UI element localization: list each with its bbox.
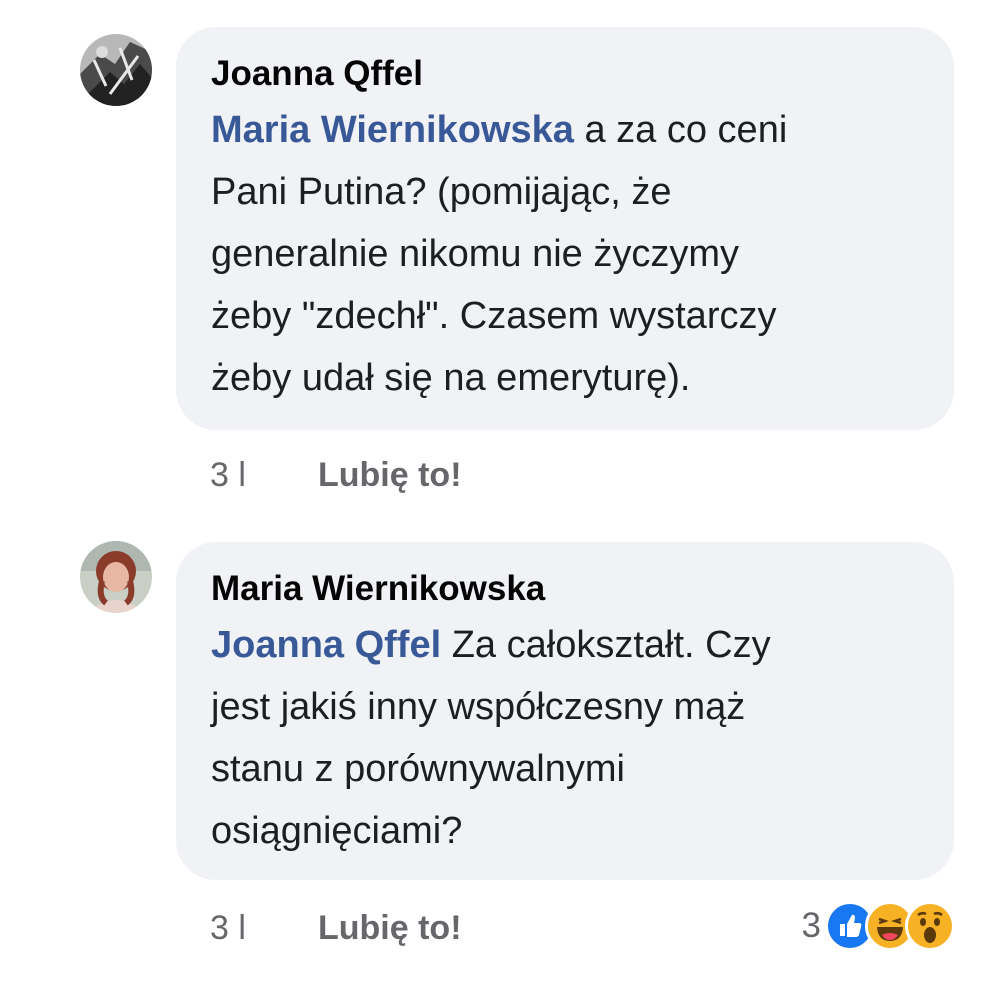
text-line: generalnie nikomu nie życzymy bbox=[211, 233, 740, 275]
text-line: stanu z porównywalnymi bbox=[211, 748, 625, 790]
text-line: żeby udał się na emeryturę). bbox=[211, 357, 691, 399]
reaction-count: 3 bbox=[801, 906, 821, 945]
text-line: jest jakiś inny współczesny mąż bbox=[211, 686, 746, 728]
comment-time[interactable]: 3 l bbox=[210, 908, 318, 948]
comment-text: Maria Wiernikowska a za co ceni Pani Puti… bbox=[211, 99, 918, 409]
mention-link[interactable]: Joanna Qffel bbox=[211, 624, 441, 666]
wow-icon bbox=[905, 901, 955, 951]
text-line: Za całokształt. Czy bbox=[451, 624, 771, 666]
avatar[interactable] bbox=[80, 34, 152, 106]
comment-bubble: Maria Wiernikowska Joanna Qffel Za całok… bbox=[176, 542, 954, 880]
comment-author[interactable]: Maria Wiernikowska bbox=[211, 564, 918, 614]
text-line: Pani Putina? (pomijając, że bbox=[211, 171, 672, 213]
comment-author[interactable]: Joanna Qffel bbox=[211, 49, 918, 99]
comment-text: Joanna Qffel Za całokształt. Czy jest jak… bbox=[211, 614, 918, 862]
comment-bubble: Joanna Qffel Maria Wiernikowska a za co … bbox=[176, 27, 954, 430]
comment-time[interactable]: 3 l bbox=[210, 455, 318, 495]
text-line: a za co ceni bbox=[584, 109, 788, 151]
avatar[interactable] bbox=[80, 541, 152, 613]
mention-link[interactable]: Maria Wiernikowska bbox=[211, 109, 574, 151]
text-line: żeby "zdechł". Czasem wystarczy bbox=[211, 295, 777, 337]
comment-actions: 3 l Lubię to! bbox=[210, 455, 462, 495]
text-line: osiągnięciami? bbox=[211, 810, 463, 852]
like-button[interactable]: Lubię to! bbox=[318, 456, 462, 494]
like-button[interactable]: Lubię to! bbox=[318, 909, 462, 947]
reactions-summary[interactable]: 3 bbox=[801, 901, 955, 951]
comment-actions: 3 l Lubię to! bbox=[210, 908, 462, 948]
